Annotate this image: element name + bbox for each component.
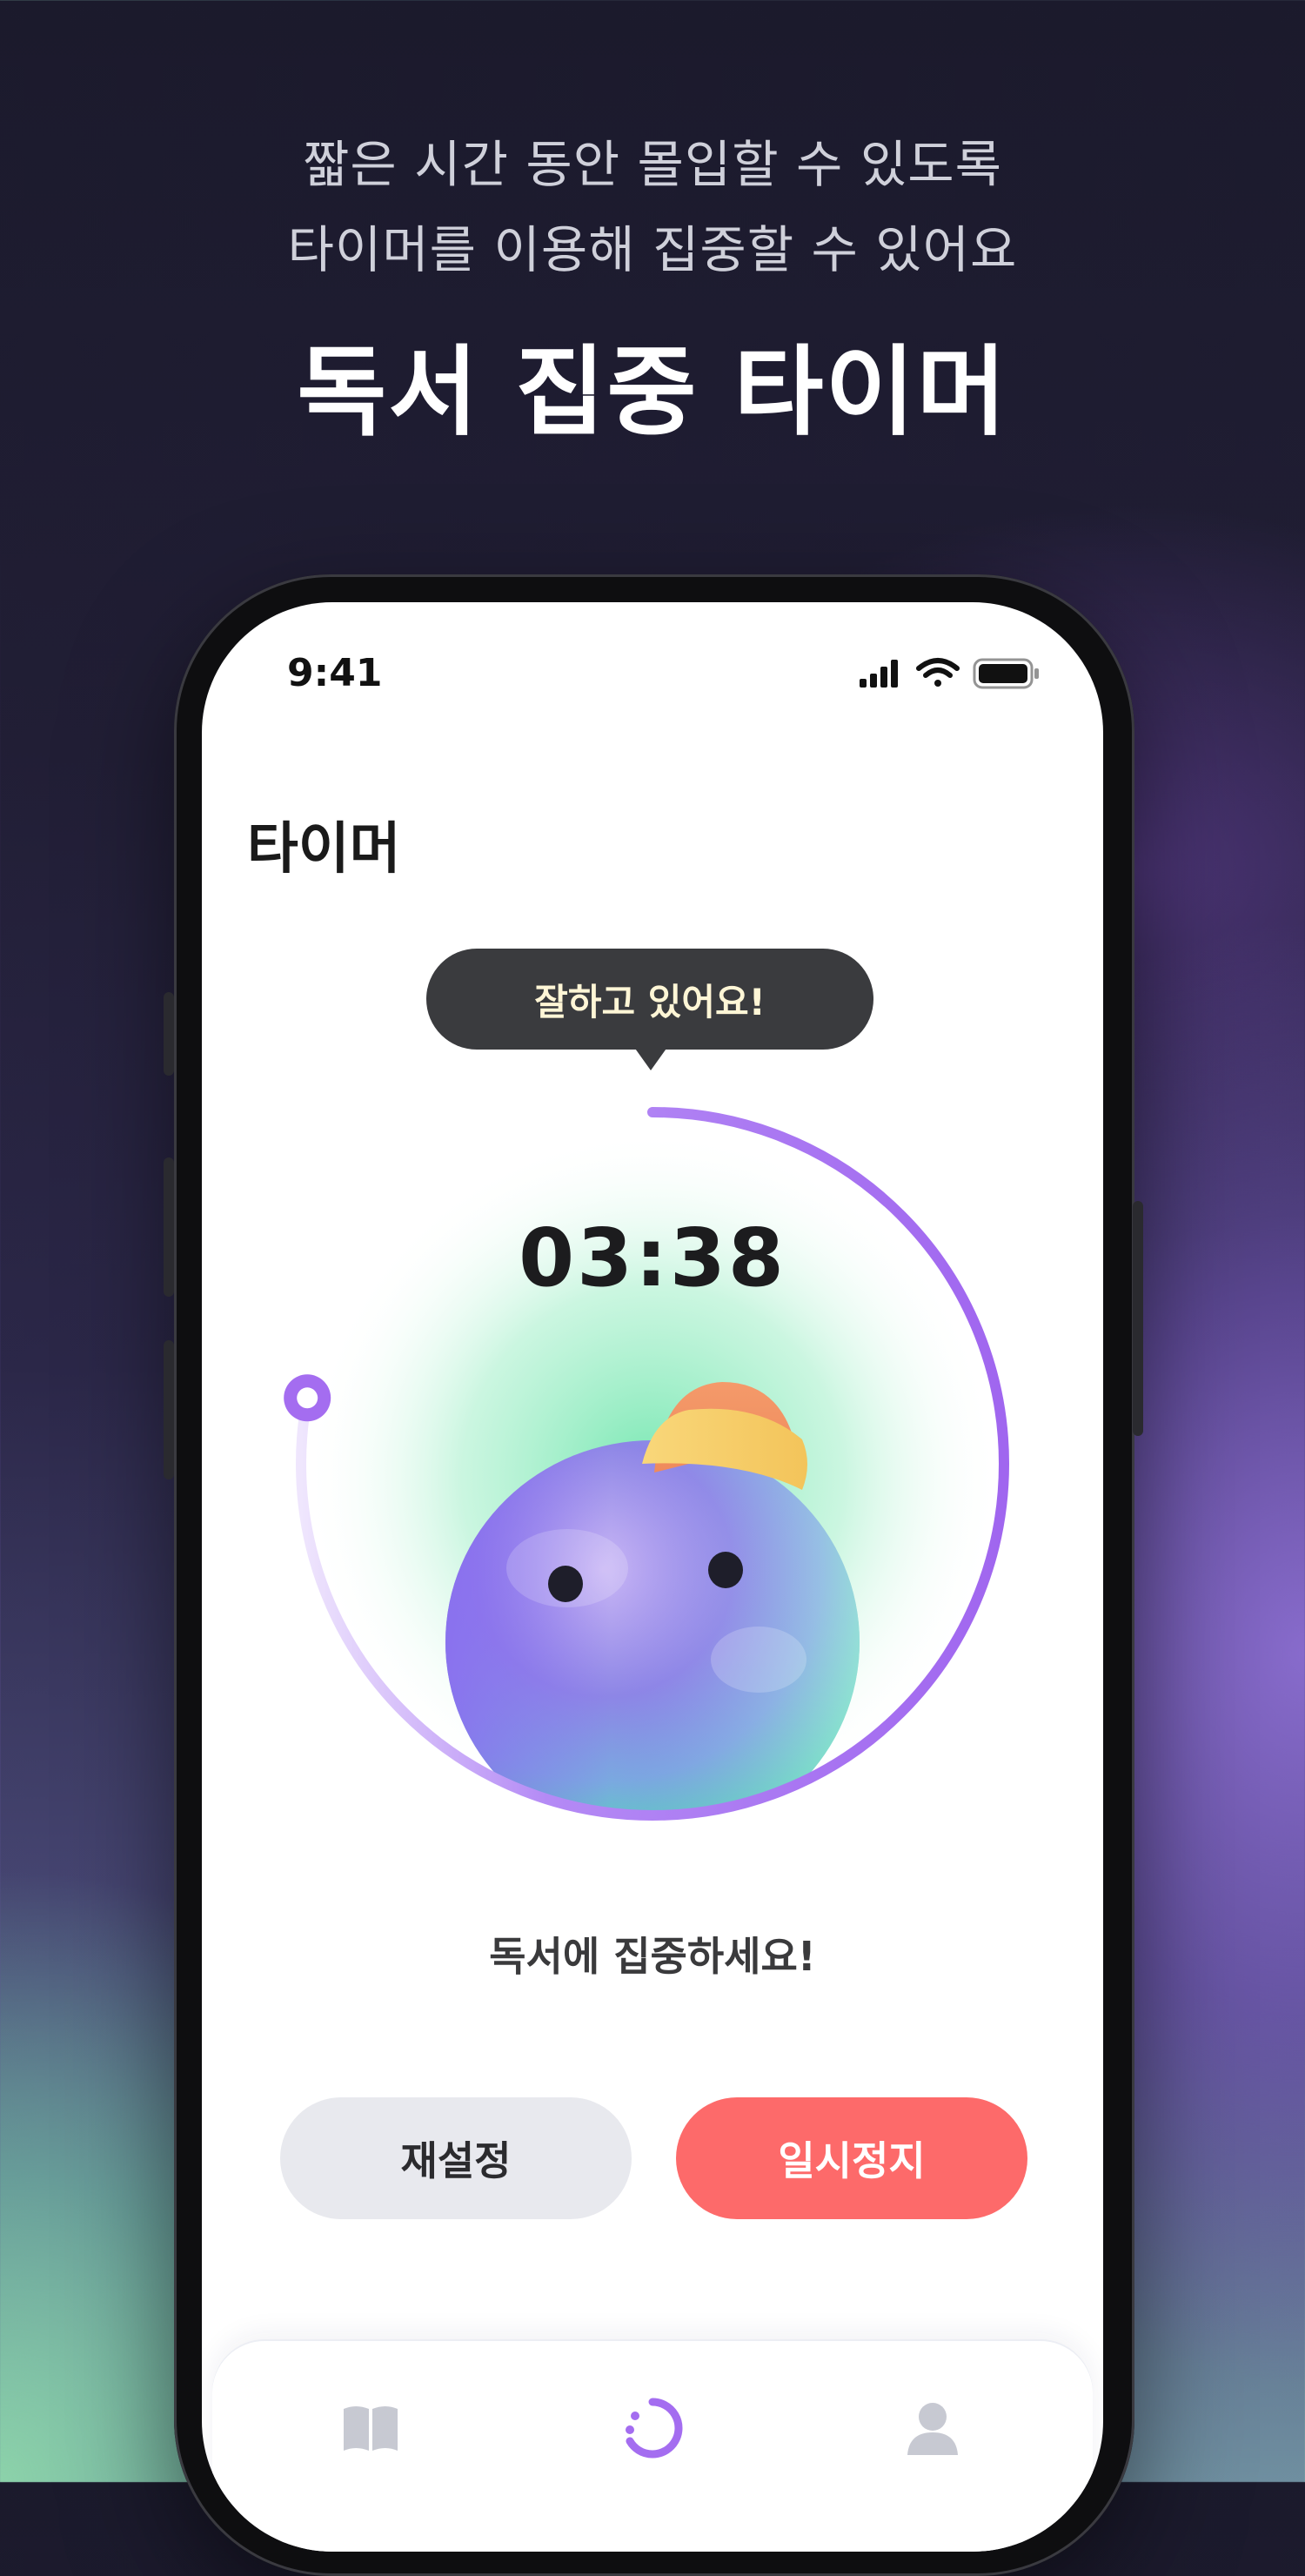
tab-library[interactable] bbox=[336, 2393, 405, 2463]
tab-bar bbox=[212, 2341, 1093, 2552]
phone-screen: 9:41 타이머 03:38 잘하고 있어요! 독서에 집중하세요! 재설정 일… bbox=[202, 602, 1103, 2552]
tab-profile[interactable] bbox=[898, 2393, 967, 2463]
timer-icon bbox=[626, 2398, 683, 2459]
hero-subtitle-line-1: 짧은 시간 동안 몰입할 수 있도록 bbox=[303, 135, 1002, 194]
timer-display: 03:38 bbox=[202, 602, 1103, 1908]
progress-knob bbox=[284, 1374, 331, 1422]
hero-title: 독서 집중 타이머 bbox=[297, 336, 1008, 449]
right-eye bbox=[708, 1552, 743, 1588]
reset-button[interactable]: 재설정 bbox=[280, 2097, 632, 2219]
hero-subtitle-line-2: 타이머를 이용해 집중할 수 있어요 bbox=[287, 220, 1018, 279]
book-icon bbox=[344, 2406, 398, 2451]
phone-mute-switch bbox=[164, 992, 174, 1076]
profile-icon bbox=[907, 2403, 958, 2455]
pause-button[interactable]: 일시정지 bbox=[676, 2097, 1027, 2219]
timer-time: 03:38 bbox=[519, 1211, 786, 1305]
focus-message: 독서에 집중하세요! bbox=[489, 1933, 816, 1980]
left-eye bbox=[548, 1566, 583, 1602]
phone-power-button bbox=[1133, 1201, 1143, 1436]
phone-volume-up bbox=[164, 1157, 174, 1297]
tab-timer[interactable] bbox=[618, 2393, 687, 2463]
phone-volume-down bbox=[164, 1340, 174, 1479]
encouragement-bubble: 잘하고 있어요! bbox=[426, 949, 873, 1050]
bubble-tail bbox=[633, 1046, 668, 1070]
hero-subtitle: 짧은 시간 동안 몰입할 수 있도록 타이머를 이용해 집중할 수 있어요 bbox=[0, 122, 1305, 292]
